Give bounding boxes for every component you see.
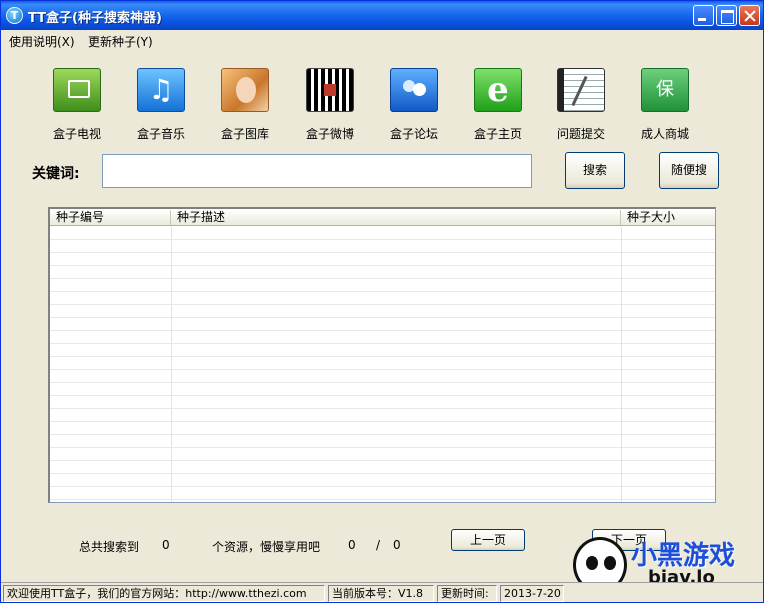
prev-page-button[interactable]: 上一页 xyxy=(451,529,525,551)
page-separator: / xyxy=(376,538,381,552)
toolbar-item-gallery[interactable]: 盒子图库 xyxy=(205,68,285,148)
toolbar-item-home[interactable]: e 盒子主页 xyxy=(458,68,538,148)
toolbar-item-music[interactable]: ♫ 盒子音乐 xyxy=(121,68,201,148)
photo-icon xyxy=(221,68,269,112)
toolbar-label: 成人商城 xyxy=(640,127,689,141)
toolbar-label: 盒子电视 xyxy=(52,127,101,141)
tv-icon xyxy=(53,68,101,112)
toolbar-label: 盒子论坛 xyxy=(389,127,438,141)
maximize-button[interactable] xyxy=(716,5,737,26)
keyword-label: 关键词: xyxy=(32,166,80,182)
toolbar-item-weibo[interactable]: 盒子微博 xyxy=(290,68,370,148)
toolbar-label: 盒子图库 xyxy=(220,127,269,141)
keyword-input[interactable] xyxy=(102,154,532,188)
menu-help[interactable]: 使用说明(X) xyxy=(9,33,75,50)
shield-shop-icon: 保 xyxy=(641,68,689,112)
list-header: 种子编号 种子描述 种子大小 xyxy=(50,209,715,226)
total-suffix: 个资源，慢慢享用吧 xyxy=(212,540,321,554)
minimize-button[interactable] xyxy=(693,5,714,26)
toolbar-label: 盒子微博 xyxy=(305,127,354,141)
toolbar-label: 盒子主页 xyxy=(473,127,522,141)
column-header-seed-id[interactable]: 种子编号 xyxy=(50,210,171,225)
list-body[interactable] xyxy=(50,227,715,502)
notebook-icon xyxy=(557,68,605,112)
title-bar[interactable]: T TT盒子(种子搜索神器) xyxy=(1,1,763,30)
total-prefix: 总共搜索到 xyxy=(79,540,140,554)
toolbar-item-forum[interactable]: 盒子论坛 xyxy=(374,68,454,148)
close-button[interactable] xyxy=(739,5,760,26)
results-list[interactable]: 种子编号 种子描述 种子大小 xyxy=(48,207,716,503)
music-note-icon: ♫ xyxy=(137,68,185,112)
menu-update-seeds[interactable]: 更新种子(Y) xyxy=(88,33,153,50)
total-count: 0 xyxy=(162,538,170,552)
forum-users-icon xyxy=(390,68,438,112)
status-bar: 欢迎使用TT盒子，我们的官方网站：http://www.tthezi.com 当… xyxy=(1,582,763,602)
status-update-label: 更新时间: xyxy=(437,585,497,602)
column-divider xyxy=(621,227,622,502)
search-button[interactable]: 搜索 xyxy=(565,152,625,189)
toolbar-label: 问题提交 xyxy=(556,127,605,141)
toolbar-item-tv[interactable]: 盒子电视 xyxy=(37,68,117,148)
app-logo-icon: T xyxy=(6,7,23,24)
app-window: T TT盒子(种子搜索神器) 使用说明(X) 更新种子(Y) 盒子电视 ♫ 盒子… xyxy=(0,0,764,603)
toolbar-item-feedback[interactable]: 问题提交 xyxy=(541,68,621,148)
ie-browser-icon: e xyxy=(474,68,522,112)
column-header-seed-description[interactable]: 种子描述 xyxy=(171,210,621,225)
total-pages: 0 xyxy=(393,538,401,552)
column-header-seed-size[interactable]: 种子大小 xyxy=(621,210,715,225)
random-search-button[interactable]: 随便搜 xyxy=(659,152,719,189)
status-version: 当前版本号：V1.8 xyxy=(328,585,434,602)
qr-code-icon xyxy=(306,68,354,112)
column-divider xyxy=(171,227,172,502)
status-welcome: 欢迎使用TT盒子，我们的官方网站：http://www.tthezi.com xyxy=(3,585,325,602)
menu-bar: 使用说明(X) 更新种子(Y) xyxy=(1,30,763,50)
window-title: TT盒子(种子搜索神器) xyxy=(28,11,162,26)
toolbar-item-shop[interactable]: 保 成人商城 xyxy=(625,68,705,148)
status-update-date: 2013-7-20 xyxy=(500,585,564,602)
current-page: 0 xyxy=(348,538,356,552)
toolbar-label: 盒子音乐 xyxy=(136,127,185,141)
